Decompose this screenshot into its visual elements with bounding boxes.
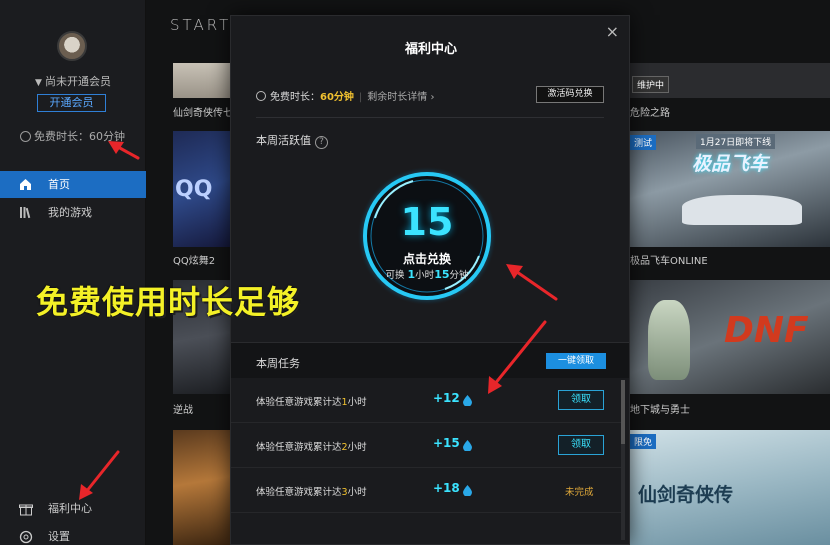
- free-time-text: 免费时长：60分钟: [34, 130, 125, 143]
- start-logo: START: [170, 16, 232, 34]
- game-tile-label: 地下城与勇士: [630, 405, 690, 416]
- exchange-action[interactable]: 点击兑换: [357, 250, 497, 267]
- remaining-time-link-text: 剩余时长详情: [367, 92, 428, 103]
- test-badge: 测试: [630, 135, 657, 150]
- game-tile-label: 逆战: [173, 405, 193, 416]
- free-time-value: 60分钟: [320, 92, 354, 103]
- game-tile-dnf[interactable]: DNF: [630, 280, 830, 394]
- clock-icon: [256, 91, 266, 101]
- clock-icon: [20, 131, 31, 142]
- game-tile-label: QQ炫舞2: [173, 256, 216, 267]
- nav-item-label: 我的游戏: [48, 206, 92, 219]
- nav-item-label: 设置: [48, 530, 70, 543]
- nav-item-welfare[interactable]: 福利中心: [0, 497, 146, 521]
- free-time-row: 免费时长：60分钟 | 剩余时长详情 ›: [256, 88, 434, 103]
- weekly-tasks-header: 本周任务 一键领取: [231, 342, 629, 378]
- sidebar: ▼ 尚未开通会员 开通会员 免费时长：60分钟 首页 我的游戏 福利中心 设置: [0, 0, 146, 545]
- divider: [256, 117, 604, 118]
- dialog-title: 福利中心: [404, 42, 457, 57]
- claim-button[interactable]: 领取: [558, 390, 604, 410]
- xianjian-title-art: 仙剑奇侠传: [638, 484, 734, 506]
- avatar[interactable]: [57, 31, 87, 61]
- weekly-activity-text: 本周活跃值: [256, 134, 311, 147]
- task-list-scrollbar-thumb[interactable]: [621, 380, 625, 444]
- remaining-time-link[interactable]: 剩余时长详情 ›: [367, 92, 434, 103]
- weekly-activity-label: 本周活跃值?: [256, 132, 328, 149]
- nav-item-home[interactable]: 首页: [0, 171, 146, 198]
- help-icon[interactable]: ?: [315, 136, 328, 149]
- free-limited-badge: 限免: [630, 434, 657, 449]
- activation-code-button[interactable]: 激活码兑换: [536, 86, 604, 103]
- droplet-icon: [463, 440, 472, 451]
- claim-button[interactable]: 领取: [558, 435, 604, 455]
- game-tile-label: 危险之路: [630, 108, 670, 119]
- free-time: 免费时长：60分钟: [20, 128, 125, 144]
- open-vip-button[interactable]: 开通会员: [37, 94, 106, 112]
- exchange-hours-unit: 小时: [415, 270, 435, 281]
- task-points: +15: [433, 436, 460, 450]
- vip-status: ▼ 尚未开通会员: [0, 73, 146, 89]
- game-tile-danger-road[interactable]: 维护中: [630, 63, 830, 98]
- task-prefix: 体验任意游戏累计达: [256, 442, 342, 453]
- game-tile-xianjian7[interactable]: [173, 63, 233, 98]
- nav-item-settings[interactable]: 设置: [0, 525, 146, 545]
- game-tile-label: 仙剑奇侠传七: [173, 108, 233, 119]
- nav-item-label: 首页: [48, 178, 70, 191]
- exchange-detail-prefix: 可换: [385, 270, 408, 281]
- library-icon: [20, 207, 31, 219]
- task-row: 体验任意游戏累计达3小时 +18 未完成: [231, 468, 621, 513]
- nfs-title-art: 极品飞车: [692, 153, 769, 175]
- promo-caption: 免费使用时长足够: [36, 283, 301, 321]
- exchange-detail: 可换 1小时15分钟: [357, 267, 497, 281]
- activity-ring-text: 15 点击兑换 可换 1小时15分钟: [357, 166, 497, 306]
- task-name: 体验任意游戏累计达2小时: [256, 439, 367, 453]
- task-row: 体验任意游戏累计达2小时 +15 领取: [231, 423, 621, 468]
- nav-item-label: 福利中心: [48, 502, 92, 515]
- task-prefix: 体验任意游戏累计达: [256, 397, 342, 408]
- dnf-logo-art: DNF: [724, 310, 809, 351]
- weekly-tasks-title: 本周任务: [256, 357, 300, 370]
- game-tile-nfs[interactable]: 测试 1月27日即将下线 极品飞车: [630, 131, 830, 247]
- activity-value: 15: [400, 200, 454, 244]
- gear-icon: [19, 530, 33, 544]
- droplet-icon: [463, 395, 472, 406]
- close-icon[interactable]: ×: [606, 22, 619, 41]
- gift-icon: [19, 504, 33, 516]
- game-tile-qqx2[interactable]: QQ: [173, 131, 233, 247]
- task-prefix: 体验任意游戏累计达: [256, 487, 342, 498]
- free-time-label: 免费时长：: [270, 92, 320, 103]
- task-incomplete-status: 未完成: [565, 487, 594, 498]
- task-points: +18: [433, 481, 460, 495]
- game-tile-label: 极品飞车ONLINE: [630, 256, 708, 267]
- vip-status-text: 尚未开通会员: [44, 75, 111, 88]
- chevron-right-icon: ›: [430, 92, 435, 103]
- claim-all-button[interactable]: 一键领取: [546, 353, 606, 369]
- task-suffix: 小时: [347, 442, 367, 453]
- droplet-icon: [463, 485, 472, 496]
- task-row: 体验任意游戏累计达1小时 +12 领取: [231, 378, 621, 423]
- offline-notice-badge: 1月27日即将下线: [696, 134, 776, 149]
- game-tile-xianjian[interactable]: 限免 仙剑奇侠传: [630, 430, 830, 545]
- exchange-minutes: 15: [434, 268, 450, 281]
- task-suffix: 小时: [347, 487, 367, 498]
- home-icon: [20, 179, 31, 190]
- vip-icon: ▼: [35, 78, 42, 88]
- nav-item-my-games[interactable]: 我的游戏: [0, 199, 146, 226]
- game-tile-moba[interactable]: [173, 430, 233, 545]
- task-name: 体验任意游戏累计达3小时: [256, 484, 367, 498]
- task-points: +12: [433, 391, 460, 405]
- task-name: 体验任意游戏累计达1小时: [256, 394, 367, 408]
- maintenance-badge: 维护中: [632, 76, 670, 93]
- exchange-minutes-unit: 分钟: [449, 270, 469, 281]
- app-window: ▼ 尚未开通会员 开通会员 免费时长：60分钟 首页 我的游戏 福利中心 设置 S…: [0, 0, 830, 545]
- task-suffix: 小时: [347, 397, 367, 408]
